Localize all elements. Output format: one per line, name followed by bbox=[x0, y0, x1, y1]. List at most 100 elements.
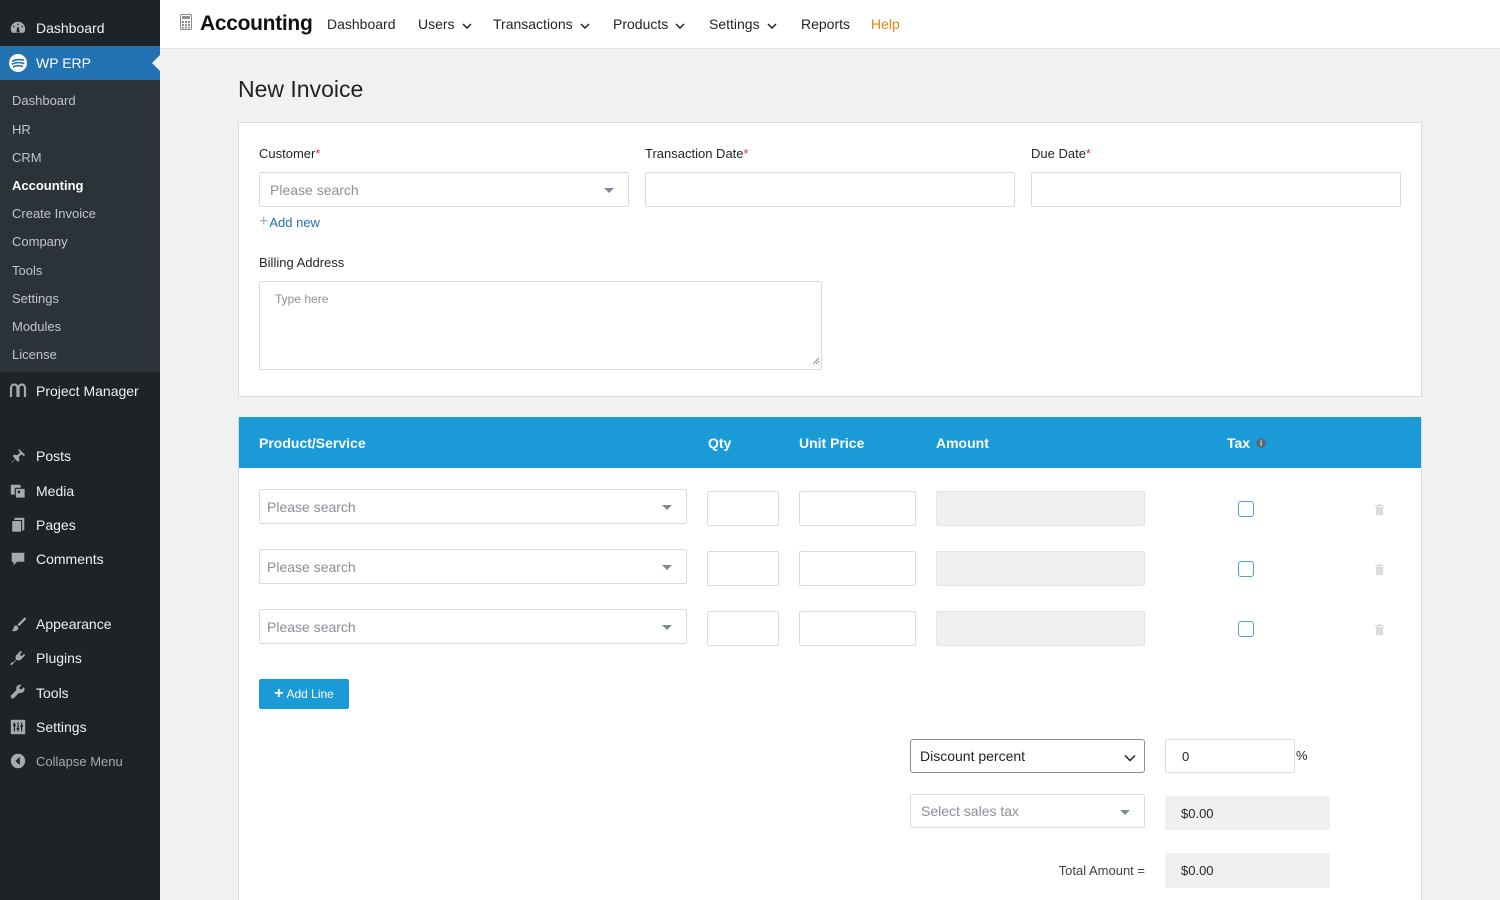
billing-address-textarea[interactable]: Type here bbox=[259, 281, 822, 370]
required-mark: * bbox=[1085, 146, 1091, 161]
trash-icon[interactable] bbox=[1375, 562, 1384, 580]
qty-input[interactable] bbox=[707, 611, 779, 646]
unit-price-input[interactable] bbox=[799, 551, 916, 586]
qty-input[interactable] bbox=[707, 551, 779, 586]
wrench-icon bbox=[0, 684, 36, 702]
nav-help[interactable]: Help bbox=[871, 16, 900, 32]
unit-price-input[interactable] bbox=[799, 491, 916, 526]
collapse-menu-button[interactable]: Collapse Menu bbox=[0, 744, 160, 778]
sidebar-item-label: Settings bbox=[36, 719, 87, 735]
submenu-item-settings[interactable]: Settings bbox=[12, 291, 59, 306]
nav-users[interactable]: Users bbox=[418, 16, 472, 32]
sidebar-item-media[interactable]: Media bbox=[0, 474, 160, 508]
submenu-item-company[interactable]: Company bbox=[12, 234, 68, 249]
caret-down-icon bbox=[604, 188, 614, 193]
sidebar-item-project-manager[interactable]: Project Manager bbox=[0, 374, 160, 408]
product-select[interactable]: Please search bbox=[259, 549, 687, 584]
tax-checkbox[interactable] bbox=[1238, 621, 1254, 637]
transaction-date-input[interactable] bbox=[645, 172, 1015, 207]
caret-down-icon bbox=[662, 505, 672, 510]
resize-handle-icon[interactable] bbox=[812, 354, 820, 368]
nav-reports[interactable]: Reports bbox=[801, 16, 850, 32]
submenu-item-modules[interactable]: Modules bbox=[12, 319, 61, 334]
wp-erp-icon bbox=[0, 53, 36, 73]
sidebar-item-label: Comments bbox=[36, 551, 104, 567]
sidebar-item-label: Dashboard bbox=[36, 20, 105, 36]
customer-select[interactable]: Please search bbox=[259, 172, 629, 207]
submenu-item-hr[interactable]: HR bbox=[12, 122, 31, 137]
brand-title: Accounting bbox=[200, 12, 313, 35]
submenu-item-license[interactable]: License bbox=[12, 347, 57, 362]
customer-label: Customer* bbox=[259, 146, 320, 161]
sidebar-item-pages[interactable]: Pages bbox=[0, 508, 160, 542]
line-items-card: Product/Service Qty Unit Price Amount Ta… bbox=[238, 417, 1422, 900]
submenu-item-crm[interactable]: CRM bbox=[12, 150, 42, 165]
sidebar-item-settings[interactable]: Settings bbox=[0, 710, 160, 744]
required-mark: * bbox=[743, 146, 749, 161]
sidebar-item-comments[interactable]: Comments bbox=[0, 542, 160, 576]
invoice-header-card: Customer* Please search Transaction Date… bbox=[238, 122, 1422, 397]
amount-field bbox=[936, 551, 1145, 586]
nav-settings[interactable]: Settings bbox=[709, 16, 777, 32]
add-line-label: Add Line bbox=[286, 687, 334, 701]
info-icon[interactable]: i bbox=[1256, 438, 1267, 448]
sidebar-item-label: Posts bbox=[36, 448, 72, 464]
submenu-item-dashboard[interactable]: Dashboard bbox=[12, 93, 76, 108]
submenu-item-tools[interactable]: Tools bbox=[12, 263, 42, 278]
nav-transactions[interactable]: Transactions bbox=[493, 16, 590, 32]
label-text: Customer bbox=[259, 146, 316, 161]
sidebar-item-label: Appearance bbox=[36, 616, 112, 632]
submenu-item-create-invoice[interactable]: Create Invoice bbox=[12, 206, 96, 221]
add-line-button[interactable]: + Add Line bbox=[259, 679, 349, 709]
sidebar-item-dashboard[interactable]: Dashboard bbox=[0, 11, 160, 45]
sidebar-item-label: Media bbox=[36, 483, 75, 499]
admin-sidebar: Dashboard WP ERP Dashboard HR CRM Accoun… bbox=[0, 0, 160, 900]
due-date-label: Due Date* bbox=[1031, 146, 1091, 161]
sidebar-item-tools[interactable]: Tools bbox=[0, 676, 160, 710]
sidebar-item-label: Collapse Menu bbox=[36, 753, 123, 769]
sidebar-item-plugins[interactable]: Plugins bbox=[0, 641, 160, 675]
tax-checkbox[interactable] bbox=[1238, 561, 1254, 577]
page-title: New Invoice bbox=[238, 76, 364, 102]
discount-unit: % bbox=[1296, 748, 1308, 763]
sidebar-item-label: Tools bbox=[36, 685, 69, 701]
sidebar-item-appearance[interactable]: Appearance bbox=[0, 607, 160, 641]
calculator-icon bbox=[180, 13, 192, 35]
sidebar-item-posts[interactable]: Posts bbox=[0, 439, 160, 473]
sales-tax-select[interactable]: Select sales tax bbox=[910, 794, 1145, 828]
due-date-input[interactable] bbox=[1031, 172, 1401, 207]
brand: Accounting bbox=[180, 12, 313, 36]
label-text: Transaction Date bbox=[645, 146, 744, 161]
unit-price-input[interactable] bbox=[799, 611, 916, 646]
pages-icon bbox=[0, 516, 36, 534]
sidebar-item-wp-erp[interactable]: WP ERP bbox=[0, 46, 160, 80]
product-select[interactable]: Please search bbox=[259, 489, 687, 524]
submenu-item-accounting[interactable]: Accounting bbox=[12, 178, 84, 193]
billing-address-label: Billing Address bbox=[259, 255, 345, 270]
accounting-topnav: Accounting Dashboard Users Transactions … bbox=[160, 0, 1500, 49]
sidebar-item-label: Project Manager bbox=[36, 383, 139, 399]
header-qty: Qty bbox=[708, 435, 732, 451]
nav-products[interactable]: Products bbox=[613, 16, 685, 32]
caret-down-icon bbox=[1120, 810, 1130, 815]
product-select[interactable]: Please search bbox=[259, 609, 687, 644]
tax-checkbox[interactable] bbox=[1238, 501, 1254, 517]
chevron-down-icon bbox=[1124, 749, 1136, 765]
sales-tax-placeholder: Select sales tax bbox=[921, 803, 1020, 819]
plugin-icon bbox=[0, 649, 36, 667]
total-amount-label: Total Amount = bbox=[1058, 863, 1145, 878]
trash-icon[interactable] bbox=[1375, 502, 1384, 520]
chevron-down-icon bbox=[675, 16, 685, 32]
plus-icon: + bbox=[259, 213, 269, 230]
discount-value-input[interactable]: 0 bbox=[1165, 739, 1295, 773]
media-icon bbox=[0, 482, 36, 500]
nav-dashboard[interactable]: Dashboard bbox=[327, 16, 396, 32]
discount-type-select[interactable]: Discount percent bbox=[910, 739, 1145, 773]
amount-field bbox=[936, 491, 1145, 526]
trash-icon[interactable] bbox=[1375, 622, 1384, 640]
add-new-customer-link[interactable]: + Add new bbox=[259, 214, 320, 230]
amount-field bbox=[936, 611, 1145, 646]
qty-input[interactable] bbox=[707, 491, 779, 526]
chevron-down-icon bbox=[767, 16, 777, 32]
sidebar-item-label: WP ERP bbox=[36, 55, 91, 71]
